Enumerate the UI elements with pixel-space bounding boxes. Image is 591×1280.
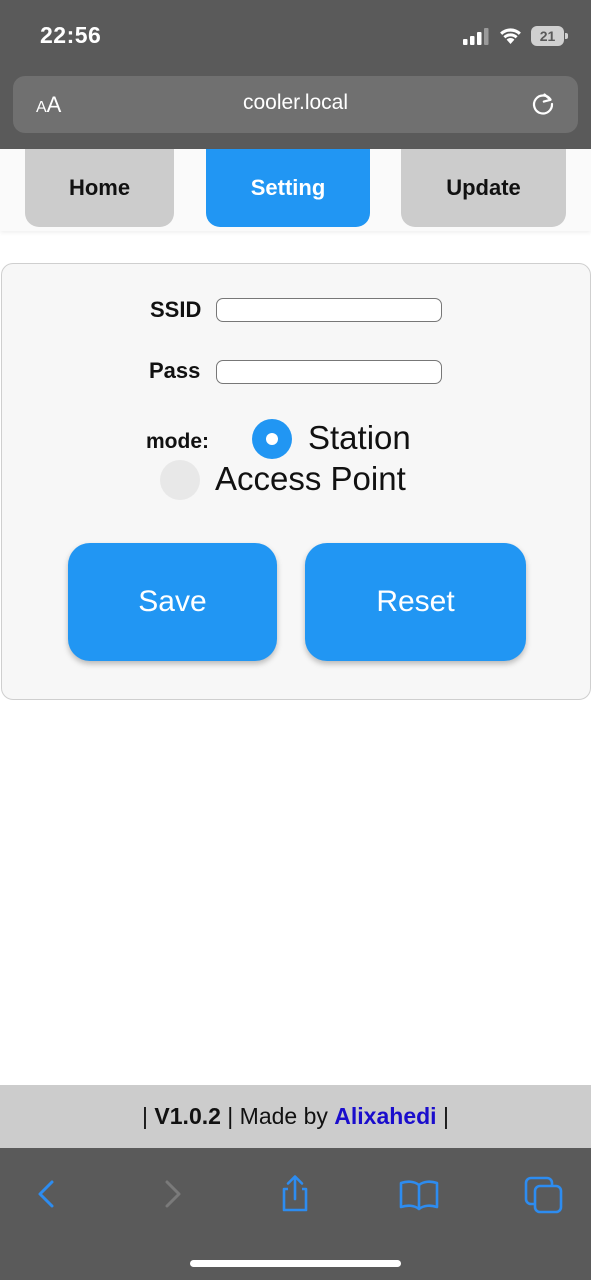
version-text: V1.0.2: [154, 1103, 221, 1129]
status-time: 22:56: [40, 22, 102, 48]
forward-icon[interactable]: [153, 1174, 193, 1214]
battery-cap: [565, 33, 568, 39]
reset-button[interactable]: Reset: [305, 543, 526, 661]
status-and-address-area: 22:56 21 AA cooler.local: [0, 0, 591, 149]
tab-update[interactable]: Update: [401, 149, 566, 227]
back-icon[interactable]: [26, 1174, 66, 1214]
pass-label: Pass: [149, 358, 201, 383]
home-indicator: [190, 1260, 401, 1267]
settings-card: SSID Pass mode: Station Access Point Sav…: [1, 263, 591, 700]
tab-home[interactable]: Home: [25, 149, 174, 227]
footer-prefix: |: [142, 1103, 155, 1129]
footer-made-by: | Made by: [220, 1103, 335, 1129]
battery-level: 21: [539, 28, 556, 44]
station-radio-label[interactable]: Station: [308, 419, 411, 457]
ssid-input[interactable]: [216, 298, 442, 322]
footer: | V1.0.2 | Made by Alixahedi |: [0, 1085, 591, 1148]
pass-input[interactable]: [216, 360, 442, 384]
station-radio[interactable]: [252, 419, 292, 459]
footer-suffix: |: [436, 1103, 449, 1129]
access-point-radio[interactable]: [160, 460, 200, 500]
tabs-icon[interactable]: [524, 1174, 564, 1214]
signal-icon: [463, 28, 489, 45]
bookmarks-icon[interactable]: [399, 1174, 439, 1214]
ssid-label: SSID: [150, 297, 202, 322]
wifi-icon: [500, 28, 521, 44]
battery-icon: 21: [531, 26, 568, 46]
share-icon[interactable]: [275, 1174, 315, 1214]
access-point-radio-label[interactable]: Access Point: [215, 460, 406, 498]
mode-label: mode:: [146, 430, 209, 453]
url-text[interactable]: cooler.local: [13, 91, 578, 115]
save-button[interactable]: Save: [68, 543, 277, 661]
tab-setting[interactable]: Setting: [206, 149, 370, 227]
radio-selected-dot: [266, 433, 278, 445]
address-bar[interactable]: AA cooler.local: [13, 76, 578, 133]
reload-icon[interactable]: [529, 90, 557, 118]
author-link[interactable]: Alixahedi: [334, 1103, 436, 1130]
